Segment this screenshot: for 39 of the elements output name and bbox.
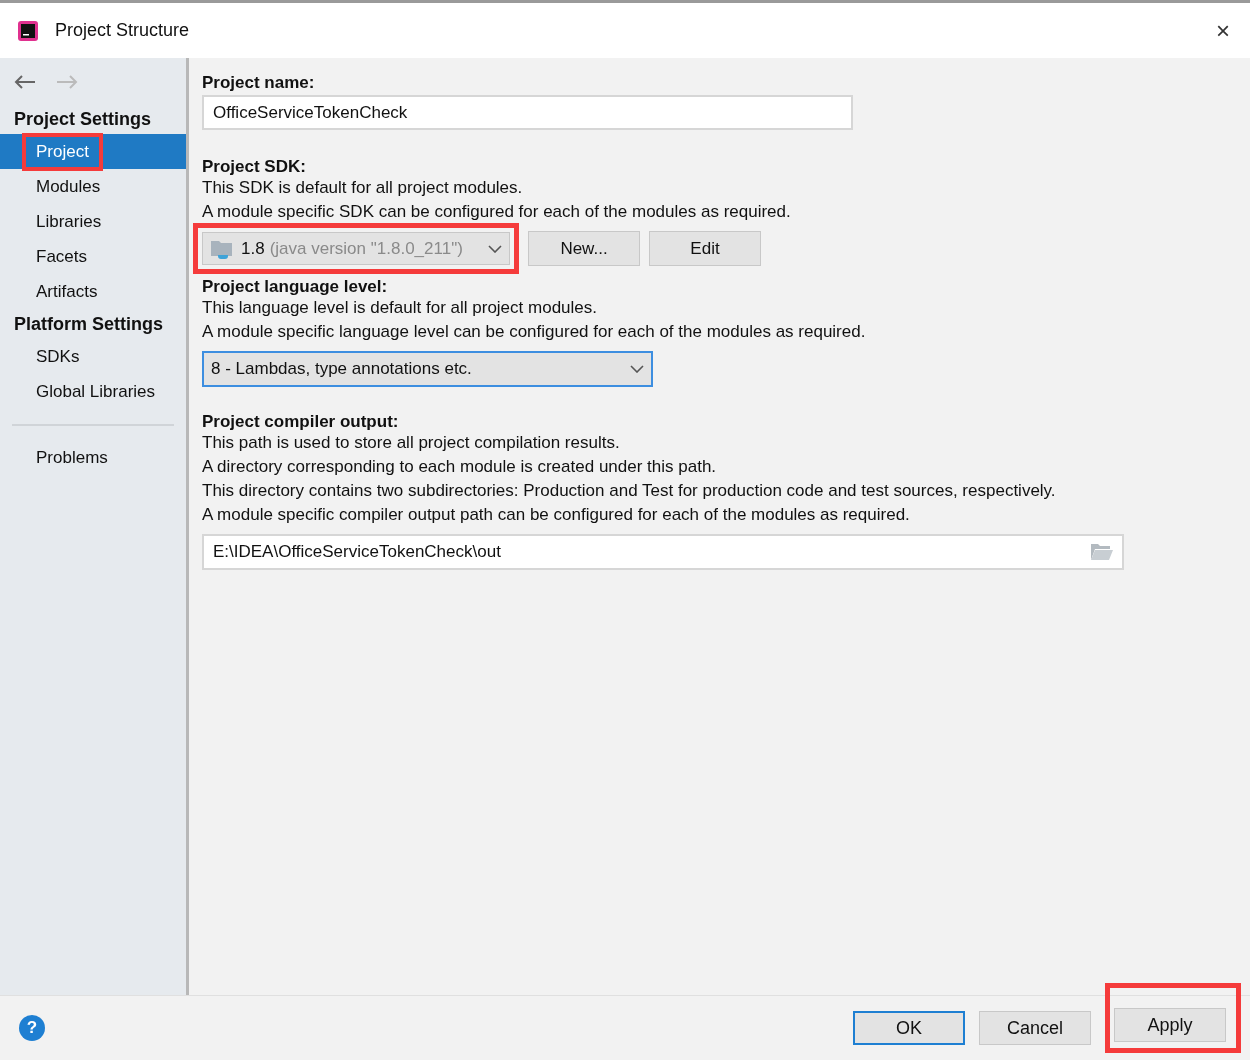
- section-heading: Platform Settings: [13, 312, 165, 336]
- sidebar-item[interactable]: Global Libraries: [36, 378, 156, 405]
- folder-icon[interactable]: [1090, 543, 1114, 561]
- description-text: A module specific SDK can be configured for each of the modules as required.: [202, 201, 792, 224]
- field-label: Project name:: [202, 72, 316, 92]
- forward-arrow-icon[interactable]: [56, 75, 78, 89]
- description-text: A module specific language level can be configured for each of the modules as required.: [202, 321, 867, 344]
- help-button[interactable]: ?: [19, 1015, 45, 1041]
- description-text: A directory corresponding to each module is created under this path.: [202, 456, 718, 479]
- sidebar-item[interactable]: Modules: [36, 173, 101, 200]
- sidebar-item[interactable]: SDKs: [36, 343, 80, 370]
- description-text: This language level is default for all project modules.: [202, 297, 598, 320]
- dialog-button[interactable]: Cancel: [979, 1011, 1091, 1045]
- field-label: Project SDK:: [202, 156, 307, 176]
- description-text: A module specific compiler output path can be configured for each of the modules as required.: [202, 504, 911, 527]
- project-name-field[interactable]: OfficeServiceTokenCheck: [202, 95, 853, 130]
- sidebar-item[interactable]: Artifacts: [36, 278, 98, 305]
- chevron-down-icon: [630, 365, 644, 373]
- dialog-button[interactable]: Edit: [649, 231, 761, 266]
- description-text: This directory contains two subdirectories: Production and Test for production code and test sources, respectively.: [202, 480, 1057, 503]
- sidebar-item[interactable]: Facets: [36, 243, 88, 270]
- back-arrow-icon[interactable]: [14, 75, 36, 89]
- close-button[interactable]: ×: [1216, 18, 1230, 43]
- chevron-down-icon: [488, 244, 502, 253]
- description-text: This path is used to store all project compilation results.: [202, 432, 621, 455]
- description-text: This SDK is default for all project modules.: [202, 177, 524, 200]
- section-heading: Project Settings: [13, 107, 153, 131]
- sdk-dropdown[interactable]: 1.8 (java version "1.8.0_211"): [202, 232, 510, 265]
- field-label: Project compiler output:: [202, 411, 400, 431]
- output-path-field[interactable]: E:\IDEA\OfficeServiceTokenCheck\out: [202, 534, 1124, 570]
- dialog-button[interactable]: OK: [853, 1011, 965, 1045]
- dialog-button[interactable]: Apply: [1114, 1008, 1226, 1042]
- app-logo-icon: [18, 20, 38, 41]
- field-label: Project language level:: [202, 276, 389, 296]
- sidebar-item[interactable]: Libraries: [36, 208, 102, 235]
- dialog-button[interactable]: New...: [528, 231, 640, 266]
- sidebar-item[interactable]: Problems: [36, 444, 108, 471]
- window-title: Project Structure: [55, 19, 190, 42]
- language-level-dropdown[interactable]: 8 - Lambdas, type annotations etc.: [202, 351, 653, 387]
